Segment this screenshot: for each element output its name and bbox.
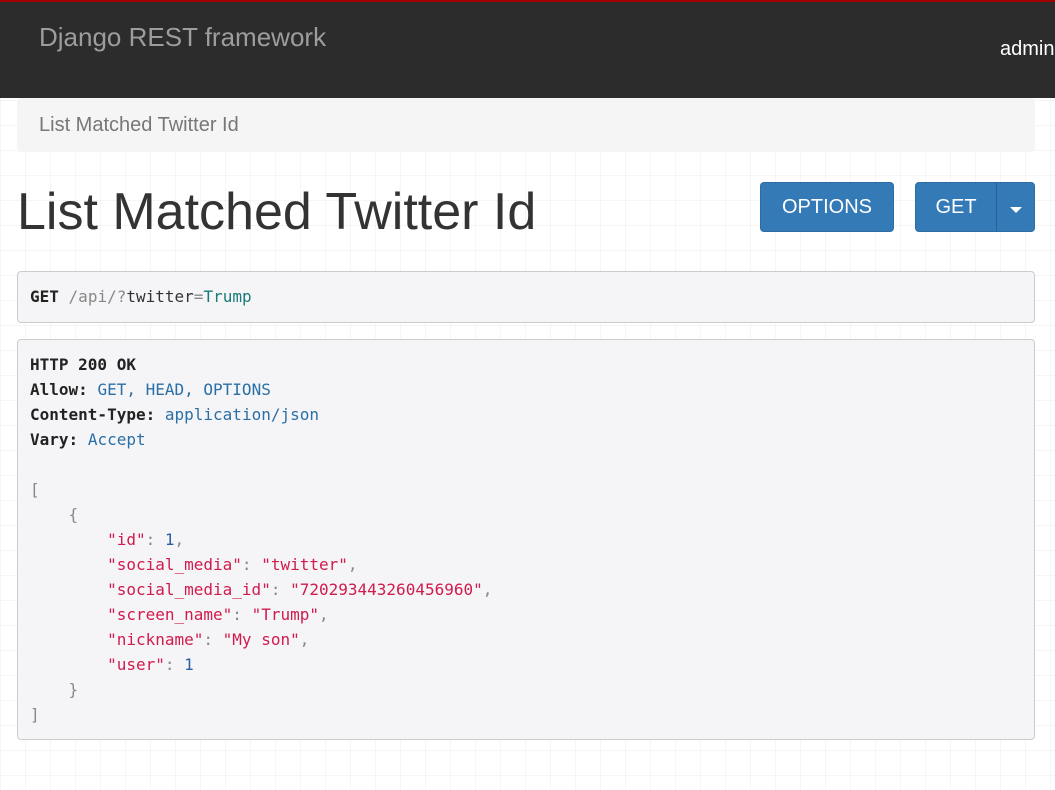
query-value: Trump [203,287,252,306]
response-header: Content-Type: application/json [30,402,1022,427]
request-path: /api/?twitter=Trump [69,287,252,306]
json-field: "id": 1, [107,530,185,549]
request-path-base: /api/ [68,287,117,306]
json-value: 1 [164,530,175,549]
json-key: "user" [107,655,165,674]
response-info: HTTP 200 OK Allow: GET, HEAD, OPTIONS Co… [17,339,1035,740]
breadcrumb: List Matched Twitter Id [17,98,1035,152]
json-field: "user": 1 [107,655,194,674]
json-brace-line: { [30,502,1022,527]
json-key: "screen_name" [107,605,233,624]
breadcrumb-item-current: List Matched Twitter Id [39,114,239,136]
response-status: HTTP 200 OK [30,355,136,374]
response-header: Allow: GET, HEAD, OPTIONS [30,377,1022,402]
json-brace-line: } [30,677,1022,702]
json-field: "social_media": "twitter", [107,555,358,574]
header-name: Content-Type: [30,405,156,424]
json-field: "screen_name": "Trump", [107,605,329,624]
json-key: "social_media_id" [107,580,271,599]
json-key: "id" [107,530,146,549]
header-name: Allow: [30,380,88,399]
json-open-brace: { [68,505,79,524]
get-format-dropdown[interactable] [996,182,1035,232]
json-comma: , [299,630,310,649]
json-value: 1 [184,655,194,674]
brand-link[interactable]: Django REST framework [39,22,326,53]
caret-down-icon [1009,206,1022,213]
query-eq: = [193,287,204,306]
header-value: GET, HEAD, OPTIONS [97,380,271,399]
page-title: List Matched Twitter Id [17,183,537,241]
json-close-brace: } [68,680,79,699]
navbar: Django REST framework admin [0,0,1055,98]
json-value: "My son" [222,630,300,649]
header-name: Vary: [30,430,79,449]
json-field: "social_media_id": "720293443260456960", [107,580,493,599]
json-comma: , [482,580,493,599]
json-key: "nickname" [107,630,204,649]
header-value: application/json [164,405,319,424]
json-comma: , [319,605,329,624]
json-field: "nickname": "My son", [107,630,310,649]
query-key: twitter [126,287,194,306]
query-prefix: ? [116,287,127,306]
json-key: "social_media" [107,555,242,574]
options-button[interactable]: OPTIONS [760,182,894,232]
get-button[interactable]: GET [915,182,997,232]
json-value: "Trump" [251,605,319,624]
json-close-bracket: ] [30,705,40,724]
request-method: GET [30,287,59,306]
json-value: "twitter" [261,555,348,574]
response-header: Vary: Accept [30,427,1022,452]
json-value: "720293443260456960" [290,580,483,599]
request-info: GET /api/?twitter=Trump [17,271,1035,323]
json-comma: , [347,555,358,574]
json-open-bracket: [ [30,480,40,499]
header-value: Accept [87,430,146,449]
user-menu[interactable]: admin [1000,38,1054,61]
json-comma: , [174,530,185,549]
